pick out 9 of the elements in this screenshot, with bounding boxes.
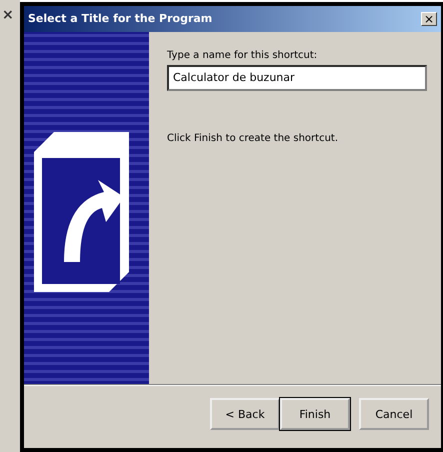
wizard-button[interactable]: < Back — [210, 398, 280, 430]
close-button[interactable]: × — [421, 12, 437, 26]
wizard-button[interactable]: Finish — [280, 398, 350, 430]
window-title: Select a Title for the Program — [28, 12, 212, 26]
wizard-button[interactable]: Cancel — [359, 398, 429, 430]
instruction-text: Click Finish to create the shortcut. — [167, 132, 340, 144]
field-label: Type a name for this shortcut: — [167, 50, 318, 61]
close-icon[interactable]: × — [0, 8, 14, 22]
shortcut-name-field[interactable]: Calculator de buzunar — [167, 64, 427, 91]
